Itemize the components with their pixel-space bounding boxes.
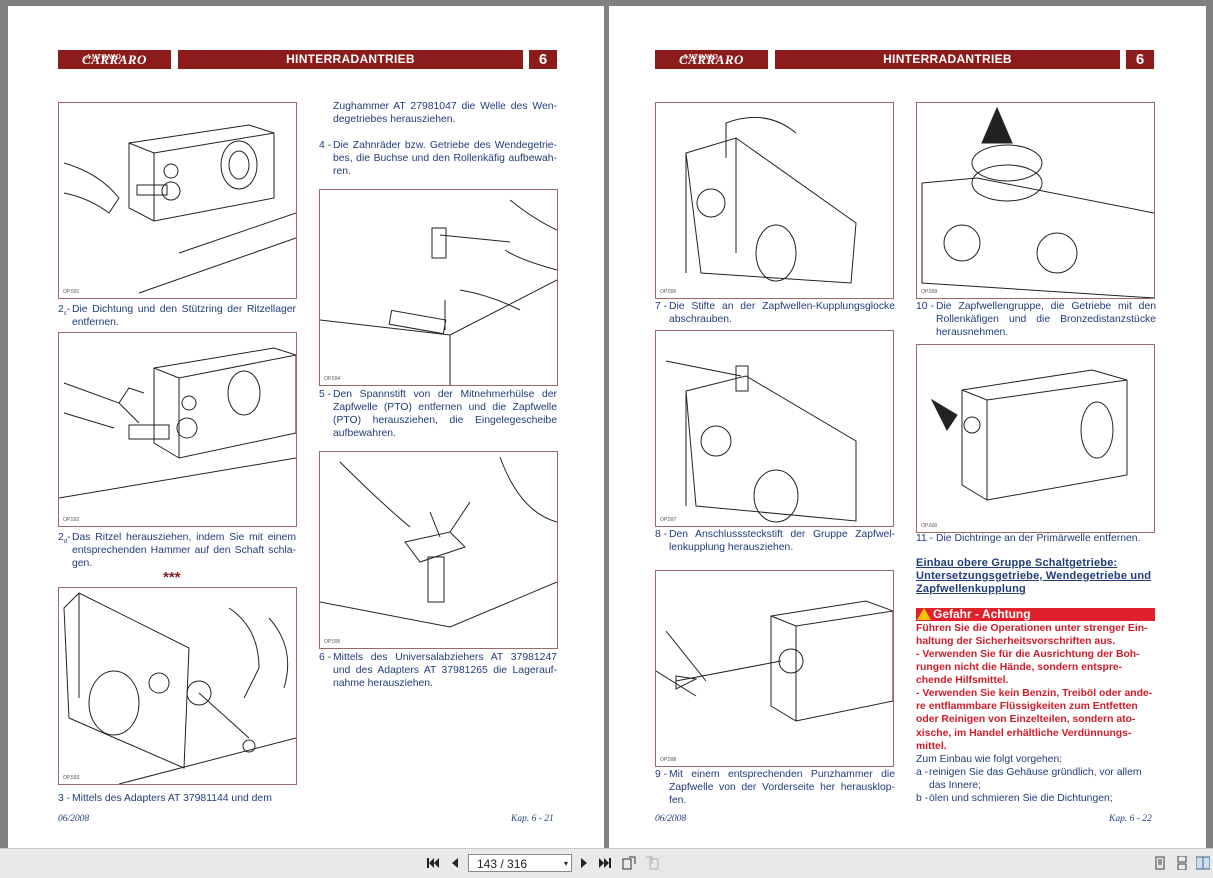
viewer-toolbar: 143 / 316 ▾ (0, 848, 1213, 878)
page-number-field[interactable]: 143 / 316 ▾ (468, 854, 572, 872)
next-page-icon[interactable] (577, 856, 591, 870)
pto-group-illustration (921, 106, 1154, 298)
gearbox-illustration (63, 592, 296, 784)
figure-op591: OP.591 (58, 102, 297, 299)
step-4: 4 - Die Zahnräder bzw. Getriebe des Wend… (319, 140, 557, 177)
footer-date: 06/2008 (58, 814, 90, 824)
gearbox-illustration (63, 124, 296, 294)
step-6: 6 - Mittels des Universalabziehers AT 37… (319, 652, 557, 689)
document-viewer: ANTONIO CARRARO HINTERRADANTRIEB 6 OP.591… (0, 0, 1213, 848)
chapter-number: 6 (529, 50, 557, 69)
procedure-intro: Zum Einbau wie folgt vorgehen: (916, 754, 1063, 765)
right-page: ANTONIO CARRARO HINTERRADANTRIEB 6 OP.596… (609, 6, 1206, 848)
gearbox-illustration (59, 347, 296, 499)
warning-intro: Führen Sie die Operationen unter strenge… (916, 623, 1148, 648)
step-2c: 2c- Die Dichtung und den Stützring der R… (58, 304, 296, 328)
danger-banner: Gefahr - Achtung (916, 608, 1155, 621)
chapter-number: 6 (1126, 50, 1154, 69)
puller-illustration (320, 456, 557, 628)
installation-section-title: Einbau obere Gruppe Schaltgetriebe: Unte… (916, 557, 1152, 595)
separator-stars: *** (163, 569, 181, 586)
warning-item: - Verwenden Sie kein Benzin, Treiböl ode… (916, 688, 1153, 752)
step-9: 9 - Mit einem entsprechenden Punzhammer … (655, 769, 895, 806)
step-3: 3 - Mittels des Adapters AT 37981144 und… (58, 793, 272, 804)
footer-date: 06/2008 (655, 814, 687, 824)
first-page-icon[interactable] (426, 856, 440, 870)
footer-page: Kap. 6 - 21 (511, 814, 554, 824)
procedure-item-a: a - reinigen Sie das Gehäuse gründlich, … (916, 767, 1142, 791)
warning-item: - Verwenden Sie für die Ausrichtung der … (916, 649, 1140, 687)
gearbox-illustration (685, 116, 857, 284)
section-header: HINTERRADANTRIEB (775, 50, 1120, 69)
page-dropdown-icon[interactable]: ▾ (564, 855, 568, 873)
figure-op595: OP.595 (319, 451, 558, 649)
gearbox-illustration (665, 360, 857, 523)
figure-op600: OP.600 (916, 344, 1155, 533)
figure-op597: OP.597 (655, 330, 894, 527)
go-forward-icon[interactable] (645, 856, 659, 870)
pto-shaft-illustration (320, 199, 557, 385)
continuous-view-icon[interactable] (1175, 856, 1189, 870)
figure-op596: OP.596 (655, 102, 894, 299)
last-page-icon[interactable] (598, 856, 612, 870)
go-back-icon[interactable] (622, 856, 636, 870)
step-8: 8 - Den Anschlusssteckstift der Gruppe Z… (655, 529, 895, 553)
warning-triangle-icon (917, 608, 931, 620)
step-3-continued: Zughammer AT 27981047 die Welle des Wen-… (333, 101, 557, 125)
step-7: 7 - Die Stifte an der Zapfwellen-Kupplun… (655, 301, 895, 325)
single-page-view-icon[interactable] (1153, 856, 1167, 870)
step-11: 11 - Die Dichtringe an der Primärwelle e… (916, 533, 1141, 544)
footer-page: Kap. 6 - 22 (1109, 814, 1152, 824)
gearbox-illustration (656, 600, 893, 722)
figure-op599: OP.599 (916, 102, 1155, 299)
carraro-logo: ANTONIO CARRARO (58, 50, 171, 69)
step-2d: 2d- Das Ritzel herausziehen, indem Sie m… (58, 532, 296, 569)
step-10: 10 - Die Zapfwellengruppe, die Getriebe … (916, 301, 1156, 338)
previous-page-icon[interactable] (448, 856, 462, 870)
step-5: 5 - Den Spannstift von der Mitnehmerhüls… (319, 389, 557, 439)
carraro-logo: ANTONIO CARRARO (655, 50, 768, 69)
figure-op593: OP.593 (58, 587, 297, 785)
facing-pages-view-icon[interactable] (1196, 856, 1210, 870)
figure-op594: OP.594 (319, 189, 558, 386)
procedure-item-b: b - ölen und schmieren Sie die Dichtunge… (916, 793, 1113, 804)
gearbox-illustration (930, 369, 1128, 501)
figure-op592: OP.592 (58, 332, 297, 527)
figure-op598: OP.598 (655, 570, 894, 767)
left-page: ANTONIO CARRARO HINTERRADANTRIEB 6 OP.591… (8, 6, 604, 848)
section-header: HINTERRADANTRIEB (178, 50, 523, 69)
